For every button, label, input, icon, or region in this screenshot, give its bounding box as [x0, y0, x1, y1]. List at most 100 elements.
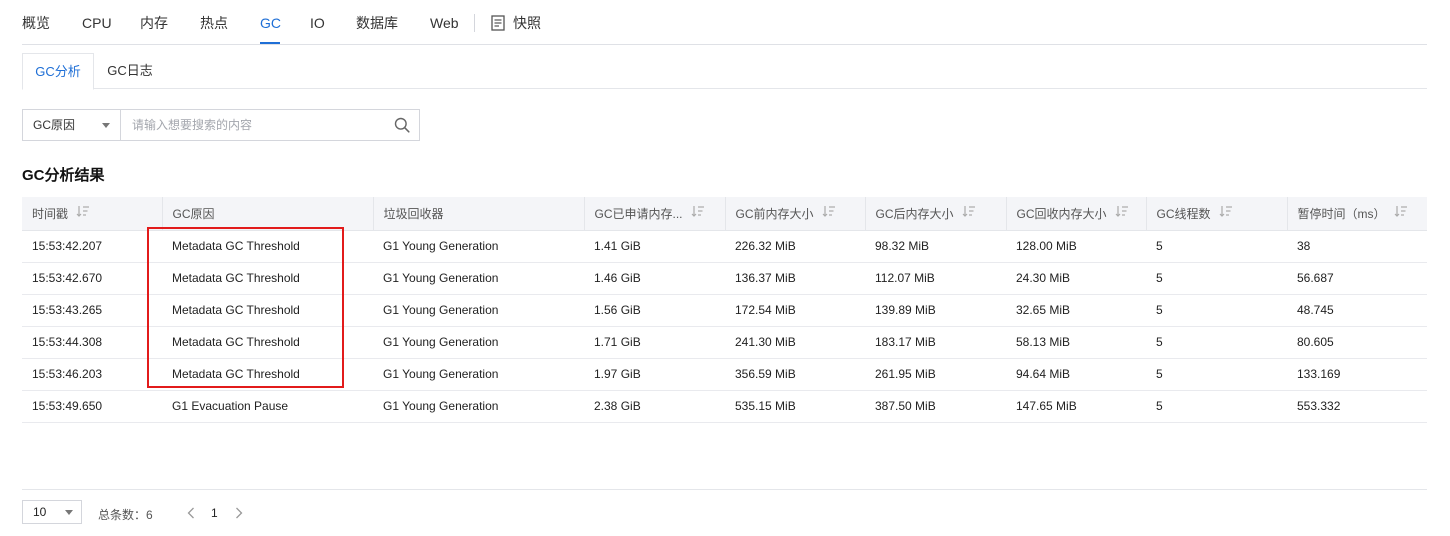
cell-after-size: 261.95 MiB	[865, 358, 1006, 391]
top-nav: 概览 CPU 内存 热点 GC IO 数据库 Web 快照	[22, 0, 1427, 45]
cell-threads: 5	[1146, 326, 1287, 359]
cell-committed: 1.41 GiB	[584, 230, 725, 263]
cell-gc-cause: Metadata GC Threshold	[162, 262, 373, 295]
cell-collector: G1 Young Generation	[373, 262, 584, 295]
pager-divider	[22, 489, 1427, 490]
snapshot-icon[interactable]	[491, 15, 505, 31]
col-header-committed[interactable]: GC已申请内存...	[583, 197, 725, 231]
col-header-before-size[interactable]: GC前内存大小	[724, 197, 865, 231]
cell-timestamp: 15:53:42.207	[22, 230, 162, 263]
cell-after-size: 98.32 MiB	[865, 230, 1006, 263]
sort-icon[interactable]	[1115, 205, 1129, 218]
cell-pause-time: 48.745	[1287, 294, 1427, 327]
cell-before-size: 356.59 MiB	[725, 358, 865, 391]
sort-icon[interactable]	[822, 205, 836, 218]
subtab-gc-log[interactable]: GC日志	[94, 53, 166, 89]
cell-reclaimed-size: 58.13 MiB	[1006, 326, 1146, 359]
sub-tabs: GC分析 GC日志	[22, 53, 1427, 90]
total-count: 总条数：6	[98, 508, 153, 522]
cell-threads: 5	[1146, 230, 1287, 263]
gc-results-table: 时间戳 GC原因 垃圾回收器 GC已申请内存... GC前内存大小 GC后内存大…	[22, 197, 1427, 423]
cell-collector: G1 Young Generation	[373, 390, 584, 423]
col-header-pause-time[interactable]: 暂停时间（ms）	[1286, 197, 1427, 231]
cell-timestamp: 15:53:43.265	[22, 294, 162, 327]
page-size-select[interactable]: 10	[22, 500, 82, 524]
search-input[interactable]	[122, 110, 392, 140]
table-row[interactable]: 15:53:43.265 Metadata GC Threshold G1 Youn…	[22, 294, 1427, 327]
cell-committed: 1.46 GiB	[584, 262, 725, 295]
chevron-down-icon	[102, 123, 110, 128]
cell-before-size: 535.15 MiB	[725, 390, 865, 423]
cell-pause-time: 553.332	[1287, 390, 1427, 423]
tab-database[interactable]: 数据库	[356, 14, 398, 32]
search-field-select[interactable]: GC原因	[23, 110, 121, 140]
tab-memory[interactable]: 内存	[140, 14, 168, 32]
tab-web[interactable]: Web	[430, 14, 459, 32]
table-row[interactable]: 15:53:42.670 Metadata GC Threshold G1 Youn…	[22, 262, 1427, 295]
cell-before-size: 241.30 MiB	[725, 326, 865, 359]
cell-threads: 5	[1146, 358, 1287, 391]
page-number[interactable]: 1	[211, 506, 218, 520]
col-header-threads[interactable]: GC线程数	[1145, 197, 1287, 231]
cell-after-size: 112.07 MiB	[865, 262, 1006, 295]
table-row[interactable]: 15:53:44.308 Metadata GC Threshold G1 Youn…	[22, 326, 1427, 359]
page-size-value: 10	[33, 505, 47, 519]
cell-committed: 1.71 GiB	[584, 326, 725, 359]
tab-io[interactable]: IO	[310, 14, 325, 32]
cell-timestamp: 15:53:46.203	[22, 358, 162, 391]
cell-pause-time: 133.169	[1287, 358, 1427, 391]
cell-after-size: 183.17 MiB	[865, 326, 1006, 359]
tab-snapshot[interactable]: 快照	[513, 14, 541, 32]
nav-divider	[474, 14, 475, 32]
sort-icon[interactable]	[691, 205, 705, 218]
cell-timestamp: 15:53:49.650	[22, 390, 162, 423]
search-bar: GC原因	[22, 109, 420, 141]
cell-gc-cause: Metadata GC Threshold	[162, 358, 373, 391]
cell-committed: 2.38 GiB	[584, 390, 725, 423]
cell-pause-time: 80.605	[1287, 326, 1427, 359]
table-header-row: 时间戳 GC原因 垃圾回收器 GC已申请内存... GC前内存大小 GC后内存大…	[22, 197, 1427, 231]
cell-before-size: 136.37 MiB	[725, 262, 865, 295]
section-title: GC分析结果	[22, 167, 105, 184]
chevron-right-icon[interactable]	[235, 507, 243, 519]
cell-gc-cause: Metadata GC Threshold	[162, 326, 373, 359]
active-tab-indicator	[260, 42, 280, 44]
search-icon[interactable]	[394, 117, 410, 133]
cell-collector: G1 Young Generation	[373, 358, 584, 391]
tab-gc[interactable]: GC	[260, 14, 281, 32]
cell-collector: G1 Young Generation	[373, 230, 584, 263]
cell-threads: 5	[1146, 390, 1287, 423]
chevron-left-icon[interactable]	[187, 507, 195, 519]
cell-pause-time: 56.687	[1287, 262, 1427, 295]
table-body: 15:53:42.207 Metadata GC Threshold G1 Youn…	[22, 230, 1427, 423]
tab-overview[interactable]: 概览	[22, 14, 50, 32]
search-field-value: GC原因	[33, 118, 76, 132]
sort-icon[interactable]	[76, 205, 90, 218]
cell-gc-cause: Metadata GC Threshold	[162, 294, 373, 327]
cell-gc-cause: G1 Evacuation Pause	[162, 390, 373, 423]
cell-before-size: 226.32 MiB	[725, 230, 865, 263]
sort-icon[interactable]	[1219, 205, 1233, 218]
tab-cpu[interactable]: CPU	[82, 14, 112, 32]
col-header-timestamp[interactable]: 时间戳	[22, 197, 162, 231]
cell-timestamp: 15:53:42.670	[22, 262, 162, 295]
tab-hotspot[interactable]: 热点	[200, 14, 228, 32]
cell-committed: 1.56 GiB	[584, 294, 725, 327]
table-row[interactable]: 15:53:46.203 Metadata GC Threshold G1 Youn…	[22, 358, 1427, 391]
col-header-reclaimed-size[interactable]: GC回收内存大小	[1005, 197, 1146, 231]
col-header-after-size[interactable]: GC后内存大小	[864, 197, 1006, 231]
cell-timestamp: 15:53:44.308	[22, 326, 162, 359]
sort-icon[interactable]	[962, 205, 976, 218]
cell-gc-cause: Metadata GC Threshold	[162, 230, 373, 263]
table-row[interactable]: 15:53:49.650 G1 Evacuation Pause G1 Young …	[22, 390, 1427, 423]
chevron-down-icon	[65, 510, 73, 515]
subtab-gc-analysis[interactable]: GC分析	[22, 53, 94, 90]
cell-committed: 1.97 GiB	[584, 358, 725, 391]
col-header-gc-cause: GC原因	[161, 197, 373, 231]
cell-reclaimed-size: 24.30 MiB	[1006, 262, 1146, 295]
cell-after-size: 139.89 MiB	[865, 294, 1006, 327]
sort-icon[interactable]	[1394, 205, 1408, 218]
cell-collector: G1 Young Generation	[373, 326, 584, 359]
table-row[interactable]: 15:53:42.207 Metadata GC Threshold G1 Youn…	[22, 230, 1427, 263]
cell-reclaimed-size: 128.00 MiB	[1006, 230, 1146, 263]
